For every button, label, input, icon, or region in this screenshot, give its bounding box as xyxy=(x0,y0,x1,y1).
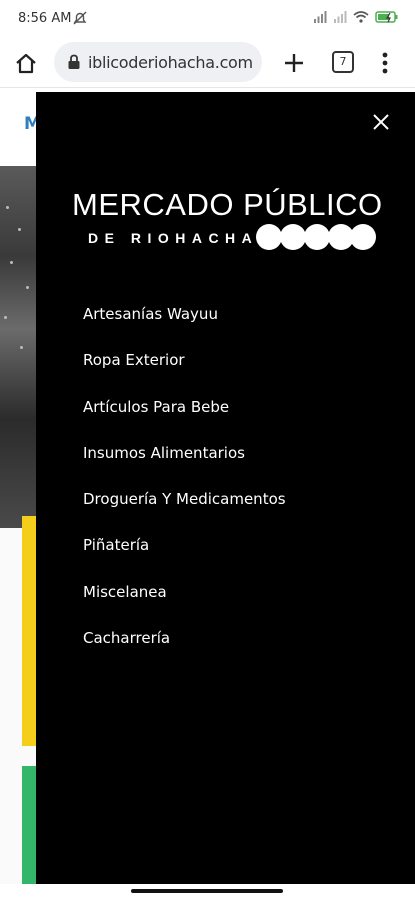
plus-icon[interactable] xyxy=(281,50,307,76)
yellow-accent-bar xyxy=(22,516,36,746)
tab-count-button[interactable]: 7 xyxy=(332,51,354,73)
close-icon[interactable] xyxy=(371,112,391,132)
menu-item-ropa-exterior[interactable]: Ropa Exterior xyxy=(83,348,286,372)
green-accent-bar xyxy=(22,766,36,884)
more-vert-icon[interactable] xyxy=(376,50,394,76)
brand-title: MERCADO PÚBLICO xyxy=(72,187,383,222)
category-menu: Artesanías Wayuu Ropa Exterior Artículos… xyxy=(83,302,286,672)
gesture-handle[interactable] xyxy=(131,889,283,893)
status-bar: 8:56 AM xyxy=(0,0,415,38)
status-icons xyxy=(313,10,399,29)
brand-subtitle: DE RIOHACHA xyxy=(88,230,259,246)
signal-icon xyxy=(313,10,327,29)
page-background: M xyxy=(0,92,36,884)
menu-item-articulos-para-bebe[interactable]: Artículos Para Bebe xyxy=(83,395,286,419)
menu-item-pinateria[interactable]: Piñatería xyxy=(83,533,286,557)
menu-item-artesanias-wayuu[interactable]: Artesanías Wayuu xyxy=(83,302,286,326)
menu-item-cacharreria[interactable]: Cacharrería xyxy=(83,626,286,650)
wifi-icon xyxy=(353,10,369,29)
url-bar[interactable]: iblicoderiohacha.com xyxy=(54,42,262,82)
lock-icon xyxy=(67,54,81,75)
browser-toolbar: iblicoderiohacha.com 7 xyxy=(0,38,415,88)
url-text: iblicoderiohacha.com xyxy=(88,53,253,72)
page-logo[interactable]: M xyxy=(24,114,36,134)
signal-icon-2 xyxy=(333,10,347,29)
menu-item-miscelanea[interactable]: Miscelanea xyxy=(83,580,286,604)
status-time: 8:56 AM xyxy=(18,11,72,26)
brand-logo[interactable]: MERCADO PÚBLICO DE RIOHACHA xyxy=(72,188,382,252)
navigation-drawer: MERCADO PÚBLICO DE RIOHACHA Artesanías W… xyxy=(36,92,415,884)
mute-notification-icon xyxy=(72,10,88,31)
menu-item-drogueria-medicamentos[interactable]: Droguería Y Medicamentos xyxy=(83,487,286,511)
hero-image xyxy=(0,166,36,528)
menu-item-insumos-alimentarios[interactable]: Insumos Alimentarios xyxy=(83,441,286,465)
home-icon[interactable] xyxy=(12,50,40,78)
battery-charging-icon xyxy=(375,10,399,29)
brand-dots-decoration xyxy=(256,224,376,250)
